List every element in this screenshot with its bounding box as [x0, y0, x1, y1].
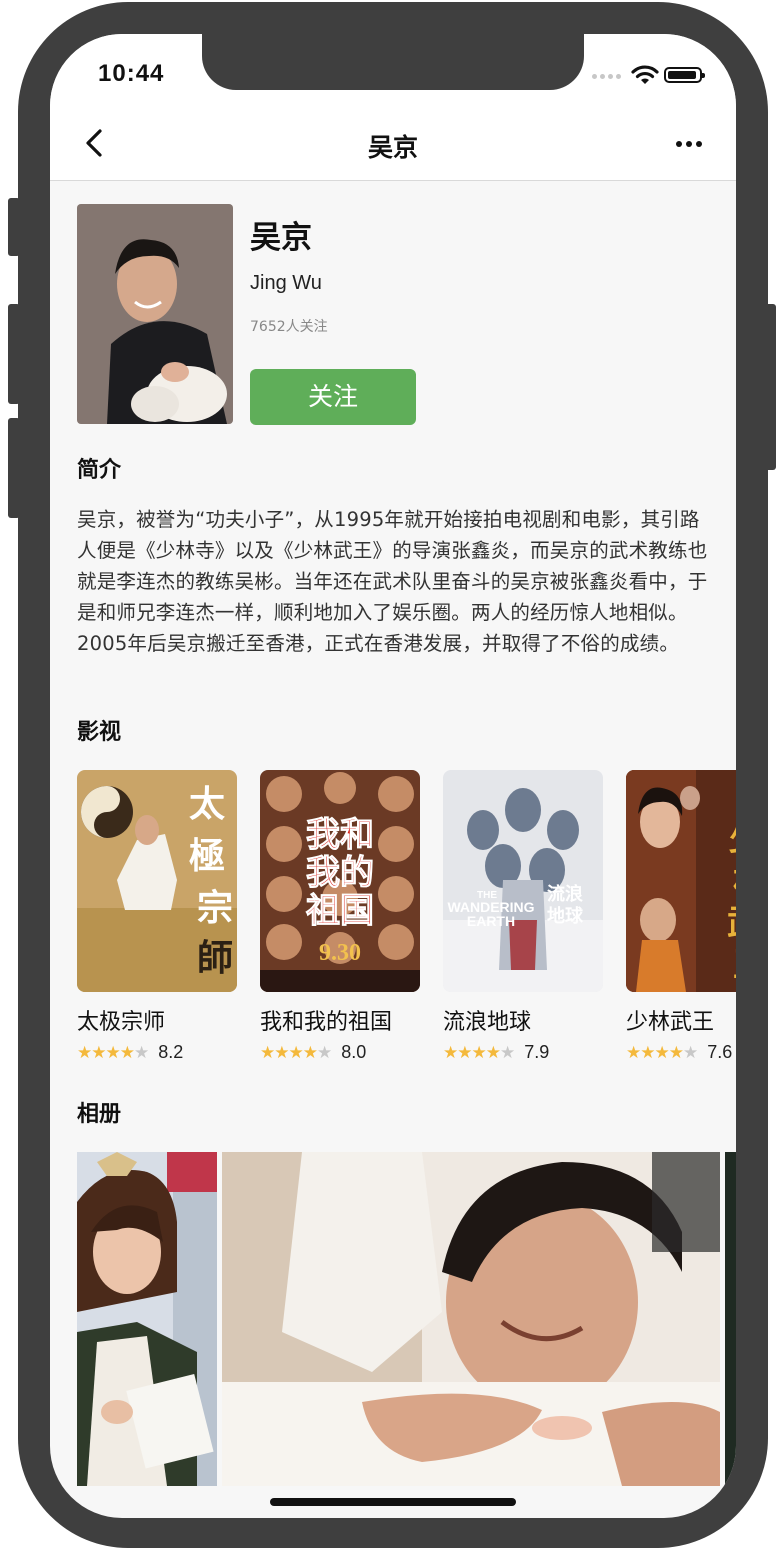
movie-card[interactable]: THE WANDERING EARTH 流浪 地球 流浪地球 ★★★★★ 7.9 [443, 770, 603, 1063]
poster-title-char: 宗 [197, 887, 233, 929]
movie-card[interactable]: 我和 我的 祖国 9.30 我和我的祖国 ★★★★★ 8.0 [260, 770, 420, 1063]
movie-rating: ★★★★★ 8.2 [77, 1042, 237, 1063]
notch [202, 34, 584, 90]
intro-text: 吴京，被誉为“功夫小子”，从1995年就开始接拍电视剧和电影，其引路人便是《少林… [77, 508, 708, 655]
movie-card[interactable]: 太 極 宗 師 太极宗师 ★★★★★ 8.2 [77, 770, 237, 1063]
rating-stars-icon: ★★★★★ [77, 1042, 149, 1063]
poster-title-char: 師 [197, 937, 233, 979]
wifi-icon [631, 65, 659, 84]
movie-score: 8.2 [158, 1042, 184, 1062]
movie-rating: ★★★★★ 7.9 [443, 1042, 603, 1063]
home-indicator [270, 1498, 516, 1506]
section-title-intro: 简介 [77, 458, 122, 483]
follow-button[interactable]: 关注 [250, 369, 416, 425]
movie-rating: ★★★★★ 7.6 [626, 1042, 736, 1063]
poster-title-char: 太 [189, 783, 225, 825]
poster-title-char: 極 [189, 835, 225, 877]
movie-title: 少林武王 [626, 1010, 715, 1035]
movie-rating: ★★★★★ 8.0 [260, 1042, 420, 1063]
movie-poster[interactable]: 我和 我的 祖国 9.30 [260, 770, 420, 992]
follower-count: 7652人关注 [250, 319, 328, 335]
status-time: 10:44 [98, 60, 165, 87]
poster-title-char: 林 [733, 861, 736, 901]
poster-title-char: 我的 [306, 853, 374, 893]
movie-title: 我和我的祖国 [260, 1010, 393, 1035]
poster-title-char: 祖国 [306, 891, 374, 931]
screen: 10:44 吴京 吴京 Jing Wu 7652人关注 关注 简介 吴京，被誉为… [50, 34, 736, 1518]
actor-english-name: Jing Wu [250, 272, 322, 294]
album-photo[interactable] [725, 1152, 736, 1486]
poster-title-char: 少 [729, 819, 736, 859]
poster-title-char: 地球 [547, 905, 584, 927]
avatar [77, 204, 233, 424]
poster-title-text: EARTH [467, 913, 515, 929]
poster-title-char: 流浪 [547, 883, 583, 905]
actor-name: 吴京 [250, 220, 312, 256]
movie-score: 8.0 [341, 1042, 367, 1062]
section-title-album: 相册 [77, 1102, 122, 1127]
movie-card[interactable]: 少 林 武 王 少林武王 ★★★★★ 7.6 [626, 770, 736, 1063]
rating-stars-icon: ★★★★★ [626, 1042, 698, 1063]
page-title: 吴京 [367, 133, 418, 162]
poster-title-char: 武 [727, 903, 736, 943]
movie-title: 流浪地球 [443, 1010, 532, 1035]
battery-icon [664, 67, 705, 83]
movie-poster[interactable]: 少 林 武 王 [626, 770, 736, 992]
rating-stars-icon: ★★★★★ [443, 1042, 515, 1063]
movie-score: 7.9 [524, 1042, 550, 1062]
movie-poster[interactable]: THE WANDERING EARTH 流浪 地球 [443, 770, 603, 992]
movie-poster[interactable]: 太 極 宗 師 [77, 770, 237, 992]
poster-date: 9.30 [319, 940, 361, 966]
rating-stars-icon: ★★★★★ [260, 1042, 332, 1063]
album-photo[interactable] [222, 1152, 720, 1486]
movie-score: 7.6 [707, 1042, 733, 1062]
navigation-bar: 吴京 [50, 114, 736, 181]
poster-title-char: 我和 [306, 815, 374, 855]
poster-title-char: 王 [733, 945, 736, 985]
section-title-filmography: 影视 [77, 720, 122, 745]
movie-title: 太极宗师 [77, 1010, 166, 1035]
more-icon[interactable] [676, 141, 702, 147]
album-photo[interactable] [77, 1152, 217, 1486]
cellular-signal-icon [592, 74, 621, 79]
